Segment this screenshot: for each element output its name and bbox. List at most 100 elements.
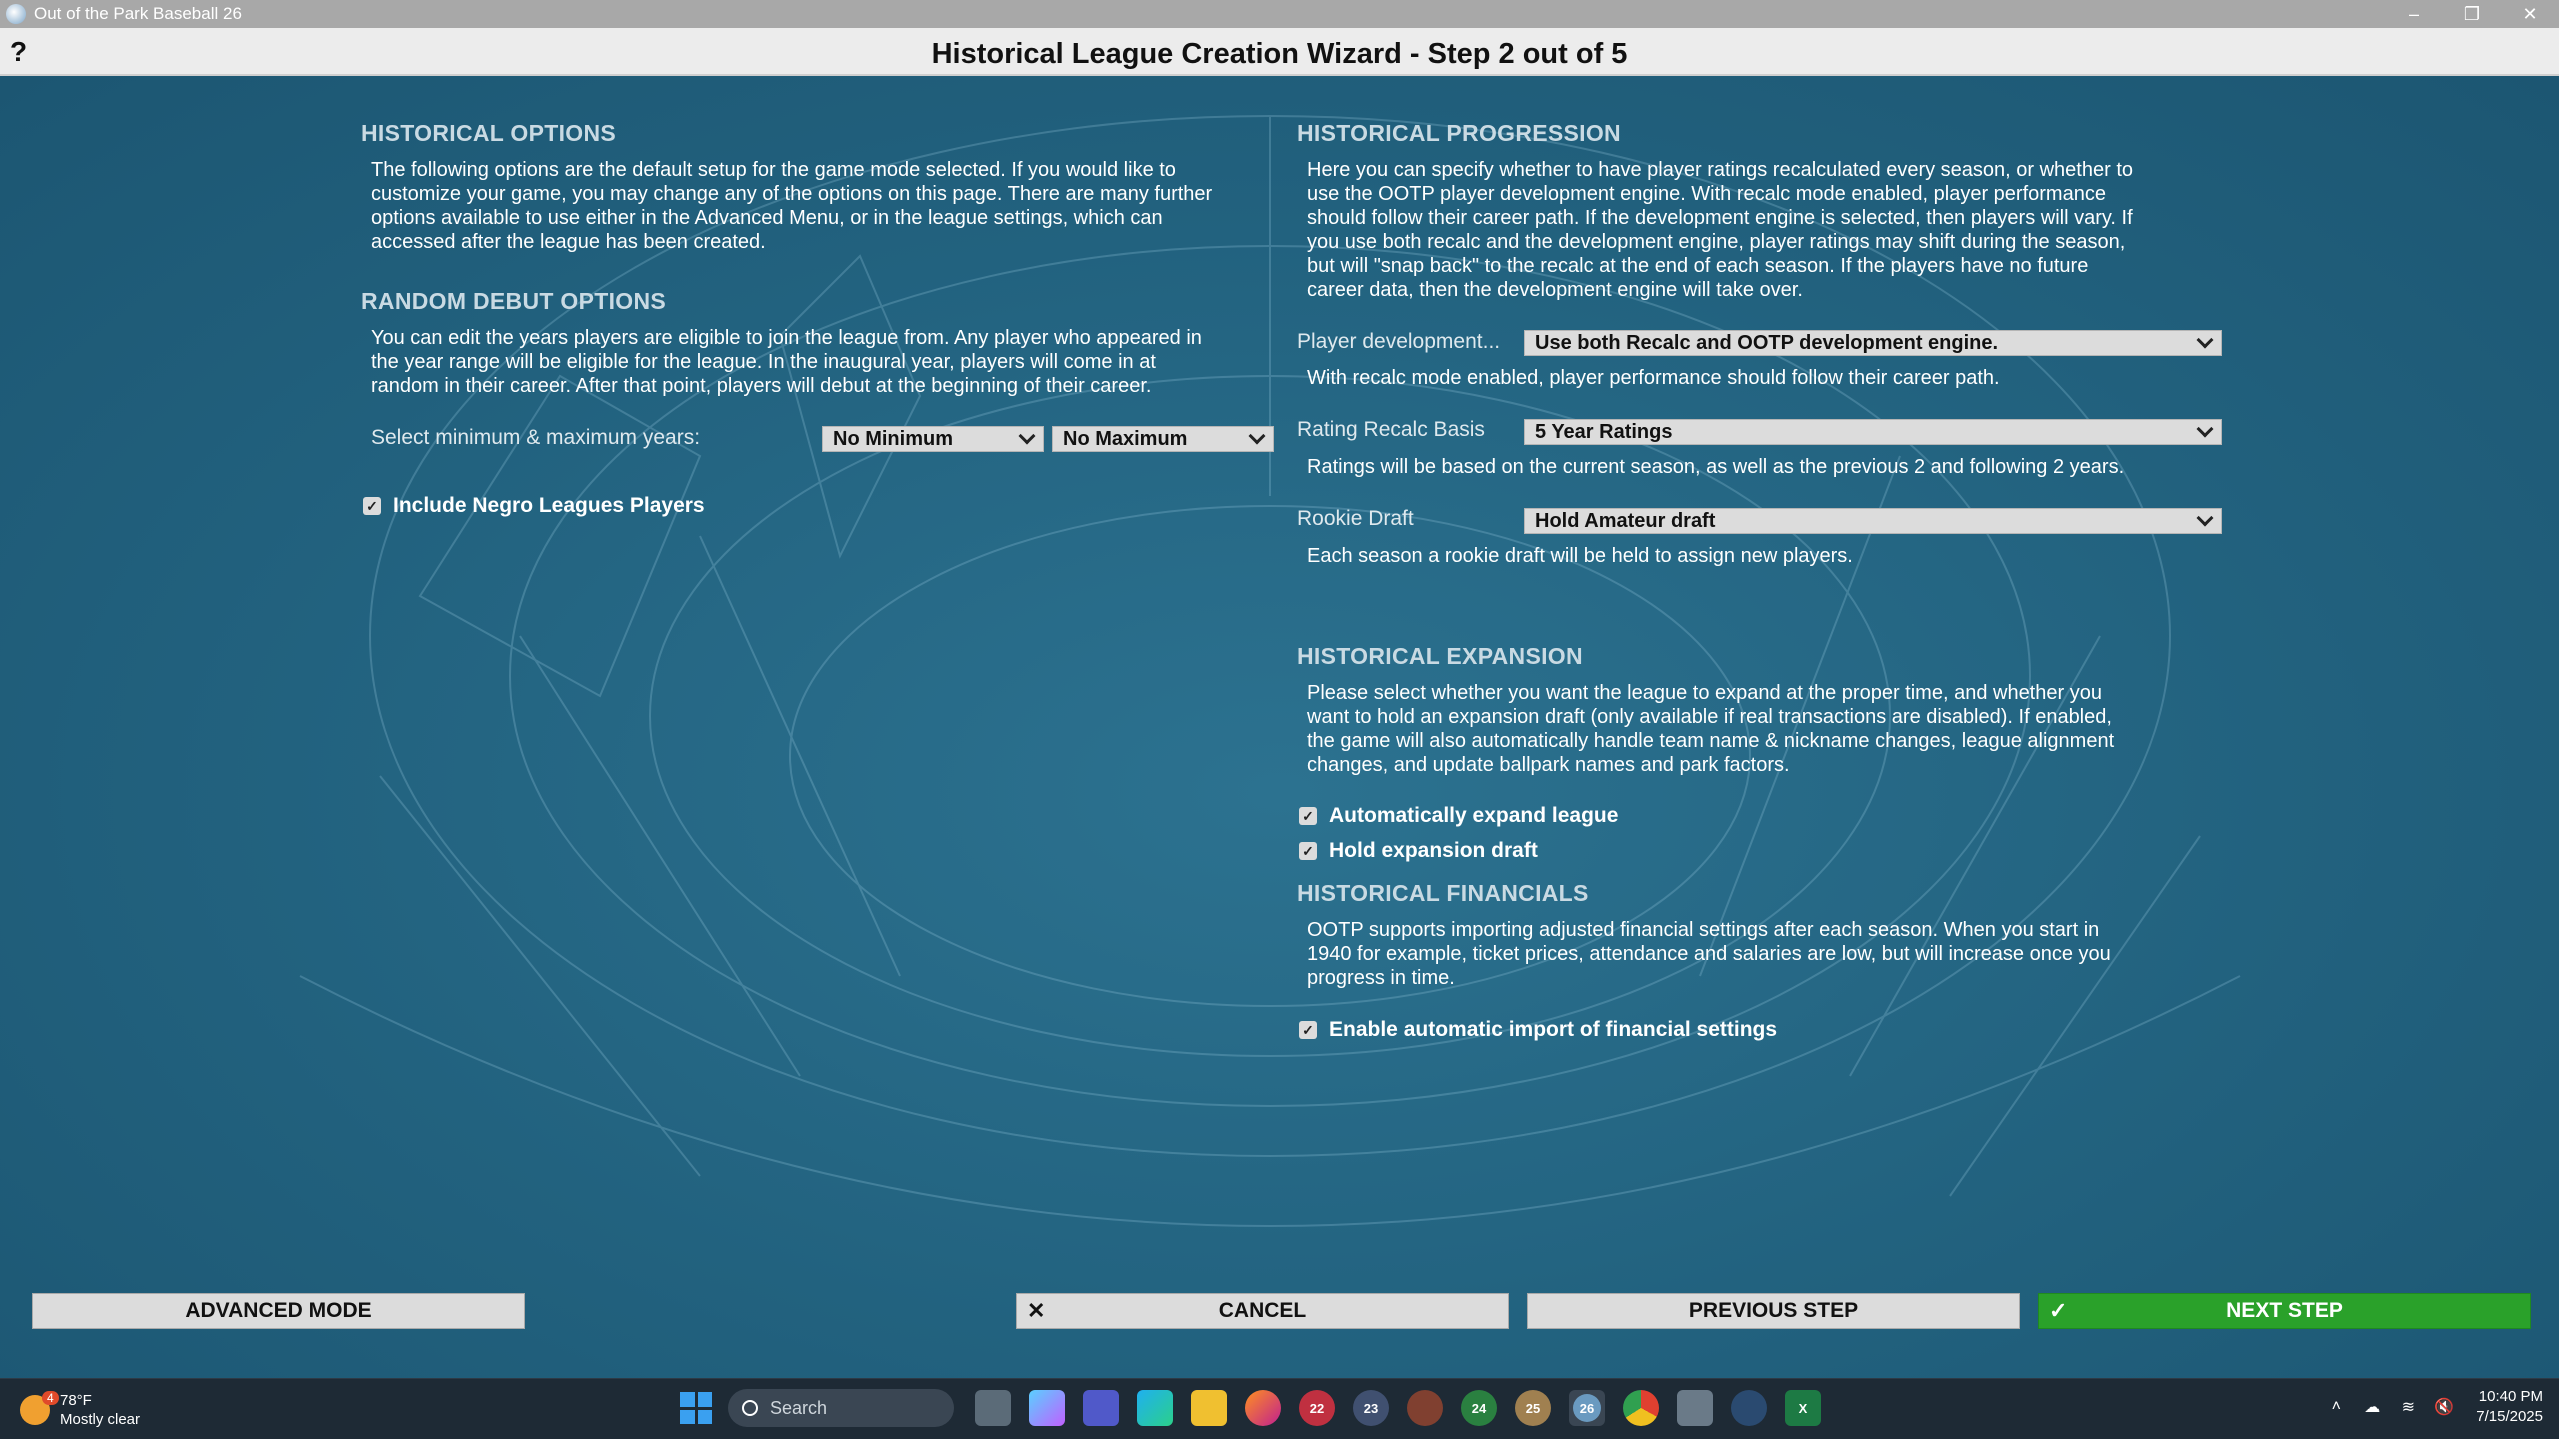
min-year-value: No Minimum	[833, 427, 953, 450]
expansion-draft-label: Hold expansion draft	[1329, 839, 1538, 862]
rating-recalc-select[interactable]: 5 Year Ratings	[1524, 419, 2222, 445]
description-line: Please select whether you want the leagu…	[1307, 682, 2102, 704]
checkmark-icon: ✓	[1299, 1021, 1317, 1039]
taskbar-apps: Search 22 23 24 25 26 X	[680, 1389, 1830, 1427]
chevron-down-icon	[1018, 427, 1036, 445]
close-icon: ✕	[1027, 1298, 1046, 1323]
description-line: the year range will be eligible for the …	[371, 351, 1156, 373]
ootp-24-icon[interactable]: 24	[1461, 1390, 1497, 1426]
description-line: customize your game, you may change any …	[371, 183, 1213, 205]
windows-taskbar: 4 78°F Mostly clear Search 22 23 24 25 2…	[0, 1378, 2559, 1439]
clock-time: 10:40 PM	[2478, 1388, 2543, 1405]
player-development-value: Use both Recalc and OOTP development eng…	[1535, 331, 1999, 354]
weather-icon: 4	[20, 1391, 59, 1425]
historical-financials-description: OOTP supports importing adjusted financi…	[1307, 918, 2111, 990]
max-year-select[interactable]: No Maximum	[1052, 426, 1274, 452]
historical-expansion-title: HISTORICAL EXPANSION	[1297, 643, 1583, 669]
file-explorer-icon[interactable]	[1191, 1390, 1227, 1426]
copilot-icon[interactable]	[1029, 1390, 1065, 1426]
close-icon[interactable]: ✕	[2501, 0, 2559, 28]
ootp-26-icon[interactable]: 26	[1569, 1390, 1605, 1426]
description-line: want to hold an expansion draft (only av…	[1307, 706, 2112, 728]
negro-leagues-checkbox[interactable]: ✓ Include Negro Leagues Players	[363, 494, 705, 518]
description-line: accessed after the league has been creat…	[371, 231, 766, 253]
auto-expand-label: Automatically expand league	[1329, 804, 1619, 827]
volume-muted-icon[interactable]: 🔇	[2434, 1397, 2454, 1417]
checkmark-icon: ✓	[2049, 1298, 2068, 1323]
stadium-background-image	[299, 115, 2241, 1227]
window-title: Out of the Park Baseball 26	[34, 4, 242, 23]
description-line: 1940 for example, ticket prices, attenda…	[1307, 943, 2111, 965]
player-development-note: With recalc mode enabled, player perform…	[1307, 367, 2000, 389]
game-icon[interactable]	[1407, 1390, 1443, 1426]
edge-icon[interactable]	[1137, 1390, 1173, 1426]
description-line: use the OOTP player development engine. …	[1307, 183, 2106, 205]
historical-financials-title: HISTORICAL FINANCIALS	[1297, 880, 1589, 906]
ootp-25-icon[interactable]: 25	[1515, 1390, 1551, 1426]
expansion-draft-checkbox[interactable]: ✓ Hold expansion draft	[1299, 839, 1538, 863]
wizard-header: ? Historical League Creation Wizard - St…	[0, 28, 2559, 76]
player-development-select[interactable]: Use both Recalc and OOTP development eng…	[1524, 330, 2222, 356]
description-line: The following options are the default se…	[371, 159, 1176, 181]
cancel-label: CANCEL	[1218, 1299, 1307, 1322]
windows-start-icon[interactable]	[680, 1392, 712, 1424]
wizard-body: HISTORICAL OPTIONS The following options…	[0, 76, 2559, 1378]
weather-widget[interactable]: 4 78°F Mostly clear	[20, 1391, 140, 1429]
rookie-draft-value: Hold Amateur draft	[1535, 509, 1716, 532]
wifi-icon[interactable]: ≋	[2398, 1397, 2418, 1417]
description-line: Here you can specify whether to have pla…	[1307, 159, 2133, 181]
description-line: you use both recalc and the development …	[1307, 231, 2126, 253]
random-debut-title: RANDOM DEBUT OPTIONS	[361, 288, 666, 314]
steam-icon[interactable]	[1731, 1390, 1767, 1426]
excel-icon[interactable]: X	[1785, 1390, 1821, 1426]
historical-options-description: The following options are the default se…	[371, 158, 1212, 254]
chevron-up-icon[interactable]: ˄	[2326, 1397, 2346, 1417]
ootp-22-icon[interactable]: 22	[1299, 1390, 1335, 1426]
advanced-mode-label: ADVANCED MODE	[185, 1299, 372, 1322]
cancel-button[interactable]: ✕ CANCEL	[1016, 1293, 1509, 1329]
historical-progression-title: HISTORICAL PROGRESSION	[1297, 120, 1621, 146]
historical-expansion-description: Please select whether you want the leagu…	[1307, 681, 2114, 777]
negro-leagues-label: Include Negro Leagues Players	[393, 494, 705, 517]
clock[interactable]: 10:40 PM 7/15/2025	[2476, 1387, 2543, 1427]
random-debut-description: You can edit the years players are eligi…	[371, 326, 1202, 398]
window-titlebar: Out of the Park Baseball 26 – ❐ ✕	[0, 0, 2559, 28]
description-line: OOTP supports importing adjusted financi…	[1307, 919, 2100, 941]
task-view-icon[interactable]	[975, 1390, 1011, 1426]
historical-options-title: HISTORICAL OPTIONS	[361, 120, 617, 146]
ootp-23-icon[interactable]: 23	[1353, 1390, 1389, 1426]
weather-condition: Mostly clear	[60, 1411, 141, 1428]
minimize-icon[interactable]: –	[2385, 0, 2443, 28]
chevron-down-icon	[2196, 509, 2214, 527]
restore-icon[interactable]: ❐	[2443, 0, 2501, 28]
historical-progression-description: Here you can specify whether to have pla…	[1307, 158, 2133, 302]
min-year-select[interactable]: No Minimum	[822, 426, 1044, 452]
next-step-button[interactable]: ✓ NEXT STEP	[2038, 1293, 2531, 1329]
rating-recalc-value: 5 Year Ratings	[1535, 420, 1673, 443]
window-controls: – ❐ ✕	[2385, 0, 2559, 28]
firefox-icon[interactable]	[1245, 1390, 1281, 1426]
chrome-icon[interactable]	[1623, 1390, 1659, 1426]
previous-step-label: PREVIOUS STEP	[1688, 1299, 1859, 1322]
search-icon	[742, 1400, 758, 1416]
max-year-value: No Maximum	[1063, 427, 1188, 450]
description-line: career data, then the development engine…	[1307, 279, 1803, 301]
next-step-label: NEXT STEP	[2226, 1299, 2343, 1322]
teams-icon[interactable]	[1083, 1390, 1119, 1426]
temperature: 78°F	[60, 1392, 92, 1409]
checkmark-icon: ✓	[1299, 807, 1317, 825]
rating-recalc-label: Rating Recalc Basis	[1297, 418, 1485, 441]
description-line: should follow their career path. If the …	[1307, 207, 2133, 229]
onedrive-icon[interactable]: ☁	[2362, 1397, 2382, 1417]
clock-date: 7/15/2025	[2476, 1408, 2543, 1425]
financial-import-label: Enable automatic import of financial set…	[1329, 1018, 1778, 1041]
auto-expand-checkbox[interactable]: ✓ Automatically expand league	[1299, 804, 1618, 828]
taskbar-search[interactable]: Search	[728, 1389, 954, 1427]
rookie-draft-select[interactable]: Hold Amateur draft	[1524, 508, 2222, 534]
financial-import-checkbox[interactable]: ✓ Enable automatic import of financial s…	[1299, 1018, 1777, 1042]
calculator-icon[interactable]	[1677, 1390, 1713, 1426]
advanced-mode-button[interactable]: ADVANCED MODE	[32, 1293, 525, 1329]
description-line: options available to use either in the A…	[371, 207, 1163, 229]
previous-step-button[interactable]: PREVIOUS STEP	[1527, 1293, 2020, 1329]
page-title: Historical League Creation Wizard - Step…	[931, 38, 1628, 70]
